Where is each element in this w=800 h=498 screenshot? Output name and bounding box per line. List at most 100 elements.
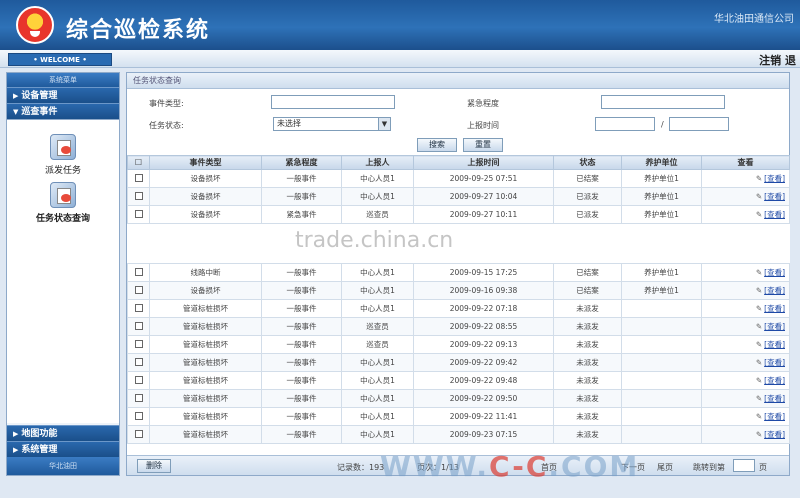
- checkbox-icon[interactable]: [134, 285, 143, 294]
- cell-event-type: 管道标桩损坏: [149, 353, 262, 372]
- view-link[interactable]: [查看]: [764, 358, 785, 367]
- go-button[interactable]: 页: [759, 462, 767, 473]
- view-link[interactable]: [查看]: [764, 340, 785, 349]
- event-type-label: 事件类型:: [149, 99, 184, 108]
- view-link[interactable]: [查看]: [764, 412, 785, 421]
- cell-view: ✎ [查看]: [701, 407, 790, 426]
- edit-icon[interactable]: ✎: [756, 210, 762, 219]
- view-link[interactable]: [查看]: [764, 322, 785, 331]
- checkbox-icon[interactable]: [134, 303, 143, 312]
- cell-maintenance-unit: 养护单位1: [621, 281, 702, 300]
- cell-status: 未派发: [553, 317, 622, 336]
- table-row: 设备损坏 一般事件 中心人员1 2009-09-27 10:04 已派发 养护单位1 ✎ [查…: [127, 187, 790, 206]
- view-link[interactable]: [查看]: [764, 210, 785, 219]
- delete-button[interactable]: 删除: [137, 459, 171, 473]
- checkbox-icon[interactable]: [134, 173, 143, 182]
- cell-view: ✎ [查看]: [701, 317, 790, 336]
- jump-page-input[interactable]: [733, 459, 755, 472]
- urgency-input[interactable]: [601, 95, 725, 109]
- cell-status: 已结案: [553, 281, 622, 300]
- edit-icon[interactable]: ✎: [756, 304, 762, 313]
- edit-icon[interactable]: ✎: [756, 174, 762, 183]
- cell-view: ✎ [查看]: [701, 371, 790, 390]
- report-time-end-input[interactable]: [669, 117, 729, 131]
- checkbox-icon[interactable]: [134, 321, 143, 330]
- select-all-icon[interactable]: ☐: [127, 155, 150, 170]
- col-maintenance-unit: 养护单位: [621, 155, 702, 170]
- cell-urgency: 一般事件: [261, 263, 342, 282]
- cell-maintenance-unit: 养护单位1: [621, 205, 702, 224]
- table-row: 线路中断 一般事件 中心人员1 2009-09-15 17:25 已结案 养护单位1 ✎ [查…: [127, 263, 790, 282]
- edit-icon[interactable]: ✎: [756, 192, 762, 201]
- edit-icon[interactable]: ✎: [756, 430, 762, 439]
- edit-icon[interactable]: ✎: [756, 268, 762, 277]
- edit-icon[interactable]: ✎: [756, 358, 762, 367]
- row-checkbox[interactable]: [127, 335, 150, 354]
- row-checkbox[interactable]: [127, 407, 150, 426]
- status-select[interactable]: 未选择 ▼: [273, 117, 391, 131]
- row-checkbox[interactable]: [127, 299, 150, 318]
- view-link[interactable]: [查看]: [764, 376, 785, 385]
- cell-status: 未派发: [553, 425, 622, 444]
- dispatch-task-item[interactable]: 派发任务: [7, 134, 119, 176]
- row-checkbox[interactable]: [127, 425, 150, 444]
- edit-icon[interactable]: ✎: [756, 394, 762, 403]
- row-checkbox[interactable]: [127, 187, 150, 206]
- sidebar-item-device-management[interactable]: ▶ 设备管理: [7, 87, 119, 103]
- checkbox-icon[interactable]: [134, 209, 143, 218]
- cell-report-time: 2009-09-22 09:13: [413, 335, 554, 354]
- cell-event-type: 管道标桩损坏: [149, 389, 262, 408]
- edit-icon[interactable]: ✎: [756, 376, 762, 385]
- sidebar-item-system[interactable]: ▶ 系统管理: [7, 441, 119, 457]
- cell-view: ✎ [查看]: [701, 281, 790, 300]
- sidebar-task-panel: 派发任务 任务状态查询: [7, 119, 119, 423]
- edit-icon[interactable]: ✎: [756, 286, 762, 295]
- row-checkbox[interactable]: [127, 169, 150, 188]
- cell-reporter: 中心人员1: [341, 299, 414, 318]
- checkbox-icon[interactable]: [134, 191, 143, 200]
- cell-event-type: 设备损坏: [149, 187, 262, 206]
- row-checkbox[interactable]: [127, 281, 150, 300]
- report-time-start-input[interactable]: [595, 117, 655, 131]
- cell-view: ✎ [查看]: [701, 335, 790, 354]
- event-type-input[interactable]: [271, 95, 395, 109]
- task-status-query-item[interactable]: 任务状态查询: [7, 182, 119, 224]
- sidebar-item-map[interactable]: ▶ 地图功能: [7, 425, 119, 441]
- checkbox-icon[interactable]: [134, 429, 143, 438]
- cell-urgency: 一般事件: [261, 317, 342, 336]
- view-link[interactable]: [查看]: [764, 304, 785, 313]
- edit-icon[interactable]: ✎: [756, 412, 762, 421]
- view-link[interactable]: [查看]: [764, 174, 785, 183]
- search-button[interactable]: 搜索: [417, 138, 457, 152]
- row-checkbox[interactable]: [127, 205, 150, 224]
- view-link[interactable]: [查看]: [764, 430, 785, 439]
- row-checkbox[interactable]: [127, 263, 150, 282]
- checkbox-icon[interactable]: [134, 339, 143, 348]
- row-checkbox[interactable]: [127, 353, 150, 372]
- last-page-link[interactable]: 尾页: [657, 462, 673, 473]
- logout-link[interactable]: 注销 退: [759, 52, 796, 68]
- checkbox-icon[interactable]: [134, 357, 143, 366]
- row-checkbox[interactable]: [127, 317, 150, 336]
- edit-icon[interactable]: ✎: [756, 322, 762, 331]
- sidebar-item-inspection-events[interactable]: ▼ 巡查事件: [7, 103, 119, 119]
- dispatch-task-icon: [50, 134, 76, 160]
- checkbox-icon[interactable]: [134, 411, 143, 420]
- cell-event-type: 管道标桩损坏: [149, 425, 262, 444]
- view-link[interactable]: [查看]: [764, 192, 785, 201]
- view-link[interactable]: [查看]: [764, 394, 785, 403]
- arrow-down-icon: ▼: [13, 108, 19, 116]
- reset-button[interactable]: 重置: [463, 138, 503, 152]
- checkbox-icon[interactable]: [134, 375, 143, 384]
- cell-status: 未派发: [553, 353, 622, 372]
- sidebar-item-label: 设备管理: [21, 91, 58, 101]
- checkbox-icon[interactable]: [134, 267, 143, 276]
- checkbox-icon[interactable]: [134, 393, 143, 402]
- table-row: 设备损坏 一般事件 中心人员1 2009-09-16 09:38 已结案 养护单位1 ✎ [查…: [127, 281, 790, 300]
- row-checkbox[interactable]: [127, 389, 150, 408]
- edit-icon[interactable]: ✎: [756, 340, 762, 349]
- view-link[interactable]: [查看]: [764, 268, 785, 277]
- view-link[interactable]: [查看]: [764, 286, 785, 295]
- row-checkbox[interactable]: [127, 371, 150, 390]
- cell-status: 已结案: [553, 263, 622, 282]
